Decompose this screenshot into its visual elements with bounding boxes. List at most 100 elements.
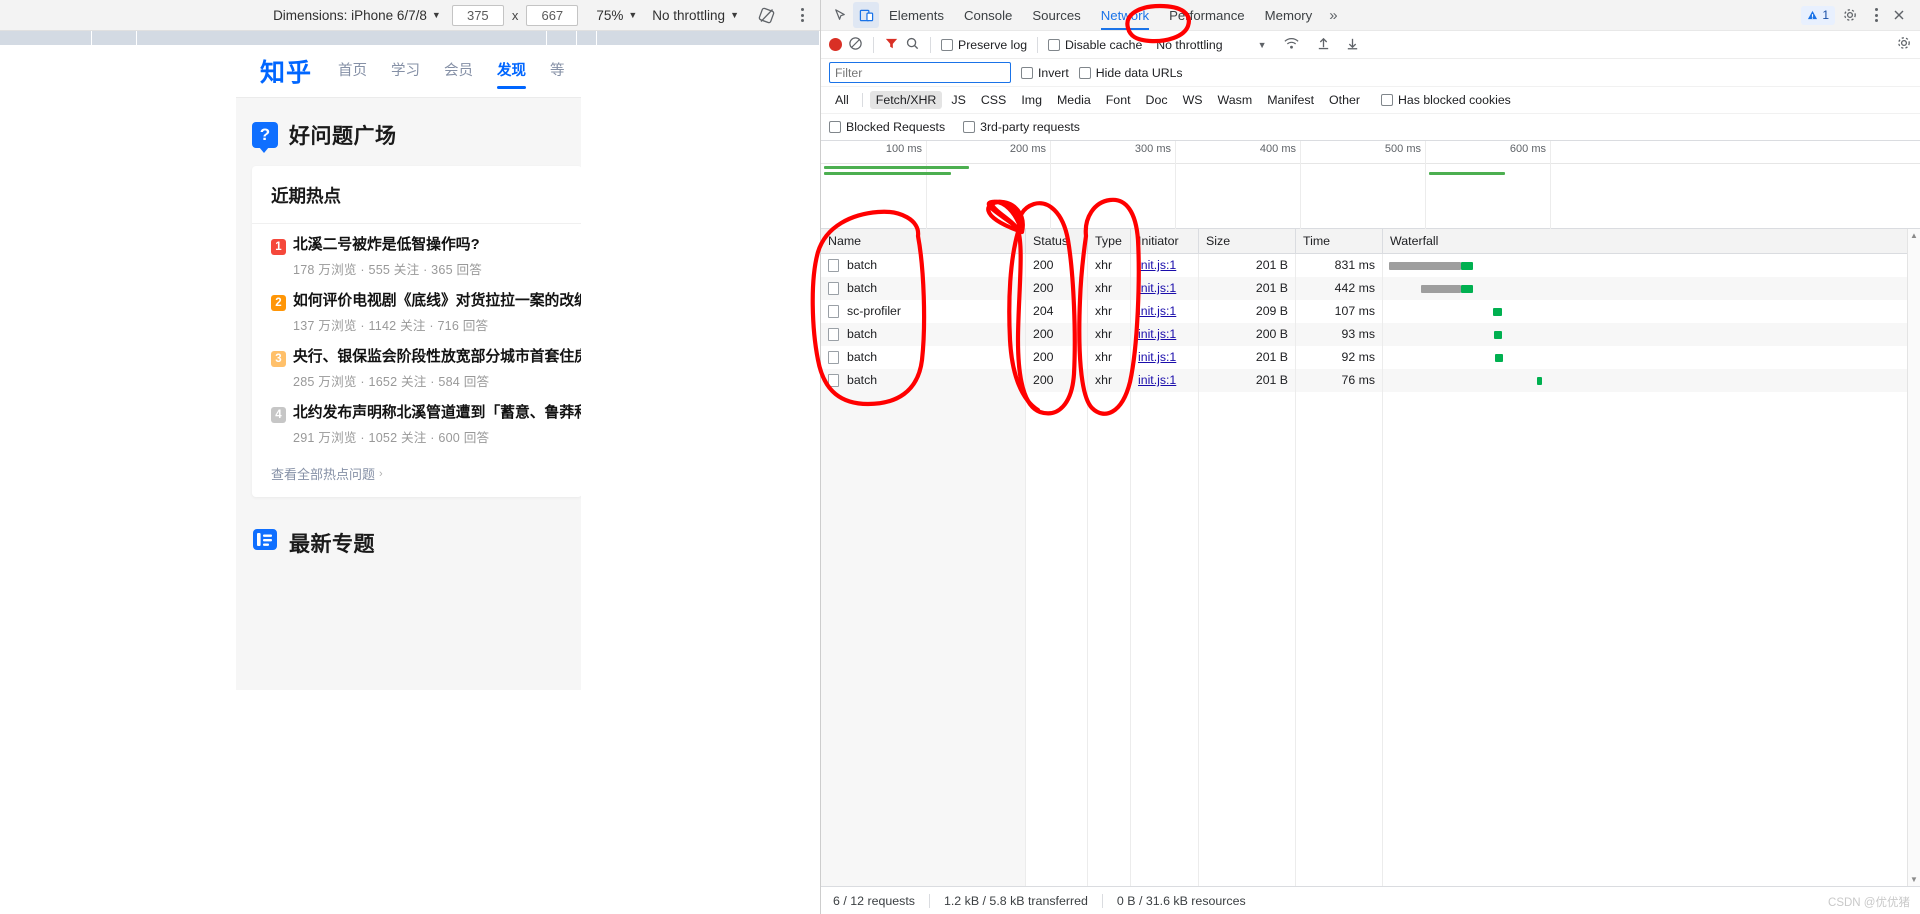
- request-initiator-link[interactable]: init.js:1: [1138, 304, 1176, 318]
- filter-input[interactable]: [829, 62, 1011, 83]
- device-throttling-dropdown[interactable]: No throttling ▼: [652, 8, 739, 23]
- viewport-height-input[interactable]: [526, 4, 579, 26]
- type-filter-wasm[interactable]: Wasm: [1212, 91, 1259, 109]
- column-header-type[interactable]: Type: [1088, 229, 1131, 254]
- zhihu-logo[interactable]: 知乎: [260, 53, 312, 89]
- table-row[interactable]: batch 200 xhr init.js:1 200 B 93 ms: [821, 323, 1920, 346]
- warning-count-chip[interactable]: 1: [1801, 5, 1835, 25]
- type-filter-ws[interactable]: WS: [1177, 91, 1209, 109]
- nav-item-home[interactable]: 首页: [338, 59, 367, 93]
- network-settings-gear-icon[interactable]: [1896, 35, 1912, 54]
- gear-icon[interactable]: [1837, 2, 1863, 28]
- table-row[interactable]: batch 200 xhr init.js:1 201 B 76 ms: [821, 369, 1920, 392]
- type-filter-css[interactable]: CSS: [975, 91, 1012, 109]
- column-header-initiator[interactable]: Initiator: [1131, 229, 1199, 254]
- type-filter-js[interactable]: JS: [945, 91, 971, 109]
- inspect-element-icon[interactable]: [827, 2, 853, 28]
- type-filter-media[interactable]: Media: [1051, 91, 1097, 109]
- clear-icon[interactable]: [848, 36, 863, 54]
- tab-elements[interactable]: Elements: [879, 0, 954, 31]
- type-filter-fetch-xhr[interactable]: Fetch/XHR: [869, 91, 943, 109]
- hot-topic-title[interactable]: 北溪二号被炸是低智操作吗?: [293, 236, 480, 255]
- nav-item-discover[interactable]: 发现: [497, 59, 527, 93]
- has-blocked-cookies-checkbox[interactable]: Has blocked cookies: [1381, 93, 1511, 107]
- hot-topic-title[interactable]: 央行、银保监会阶段性放宽部分城市首套住房贷: [293, 348, 581, 367]
- viewport-width-input[interactable]: [451, 4, 504, 26]
- blocked-requests-label: Blocked Requests: [846, 120, 946, 134]
- device-toolbar-icon[interactable]: [853, 2, 879, 28]
- status-transferred: 1.2 kB / 5.8 kB transferred: [943, 893, 1088, 908]
- type-filter-font[interactable]: Font: [1100, 91, 1137, 109]
- third-party-requests-label: 3rd-party requests: [980, 120, 1080, 134]
- tab-console[interactable]: Console: [954, 0, 1022, 31]
- list-item[interactable]: 3 央行、银保监会阶段性放宽部分城市首套住房贷 285 万浏览 · 1652 关…: [252, 336, 581, 392]
- type-filter-other[interactable]: Other: [1323, 91, 1366, 109]
- type-filter-doc[interactable]: Doc: [1140, 91, 1174, 109]
- warning-icon: [1808, 10, 1818, 19]
- nav-item-more[interactable]: 等: [550, 59, 565, 93]
- devtools-menu-icon[interactable]: [1869, 8, 1884, 22]
- view-all-hot-questions-link[interactable]: 查看全部热点问题 ›: [252, 448, 581, 483]
- zoom-dropdown[interactable]: 75% ▼: [596, 8, 637, 23]
- blocked-requests-checkbox[interactable]: Blocked Requests: [829, 120, 945, 134]
- section-title: 好问题广场: [289, 125, 397, 148]
- disable-cache-checkbox[interactable]: Disable cache: [1048, 38, 1142, 52]
- record-icon[interactable]: [829, 38, 842, 51]
- search-icon[interactable]: [905, 36, 920, 54]
- tab-performance[interactable]: Performance: [1159, 0, 1255, 31]
- rotate-icon[interactable]: [758, 7, 775, 24]
- emulated-viewport[interactable]: 知乎 首页 学习 会员 发现 等 ? 好问题广场 近期热点 1 北溪二号被炸是低…: [236, 45, 581, 690]
- network-requests-table[interactable]: Name Status Type Initiator Size Time Wat…: [821, 229, 1920, 886]
- table-empty-area: [821, 392, 1920, 886]
- invert-checkbox[interactable]: Invert: [1021, 66, 1069, 80]
- column-header-time[interactable]: Time: [1296, 229, 1383, 254]
- preserve-log-checkbox[interactable]: Preserve log: [941, 38, 1027, 52]
- chevron-double-right-icon[interactable]: »: [1322, 7, 1344, 24]
- column-header-size[interactable]: Size: [1199, 229, 1296, 254]
- table-row[interactable]: batch 200 xhr init.js:1 201 B 831 ms: [821, 254, 1920, 277]
- network-conditions-icon[interactable]: [1283, 36, 1300, 54]
- device-emulation-toolbar: Dimensions: iPhone 6/7/8 ▼ x 75% ▼ No th…: [0, 0, 820, 31]
- list-item[interactable]: 2 如何评价电视剧《底线》对货拉拉一案的改编? 137 万浏览 · 1142 关…: [252, 280, 581, 336]
- hot-topic-title[interactable]: 如何评价电视剧《底线》对货拉拉一案的改编?: [293, 292, 581, 311]
- tab-memory[interactable]: Memory: [1255, 0, 1323, 31]
- request-size: 201 B: [1199, 369, 1296, 392]
- device-dimensions-dropdown[interactable]: Dimensions: iPhone 6/7/8 ▼: [273, 8, 441, 23]
- third-party-requests-checkbox[interactable]: 3rd-party requests: [963, 120, 1080, 134]
- request-initiator-link[interactable]: init.js:1: [1138, 327, 1176, 341]
- request-initiator-link[interactable]: init.js:1: [1138, 373, 1176, 387]
- type-filter-all[interactable]: All: [829, 91, 855, 109]
- hide-data-urls-checkbox[interactable]: Hide data URLs: [1078, 66, 1183, 80]
- table-row[interactable]: batch 200 xhr init.js:1 201 B 442 ms: [821, 277, 1920, 300]
- scroll-up-icon[interactable]: ▲: [1908, 229, 1920, 242]
- import-har-icon[interactable]: [1316, 36, 1331, 54]
- type-filter-manifest[interactable]: Manifest: [1261, 91, 1320, 109]
- request-initiator-link[interactable]: init.js:1: [1138, 350, 1176, 364]
- table-vertical-scrollbar[interactable]: ▲ ▼: [1907, 229, 1920, 886]
- export-har-icon[interactable]: [1345, 36, 1360, 54]
- request-status: 204: [1026, 300, 1088, 323]
- device-toolbar-menu-icon[interactable]: [795, 8, 810, 22]
- network-overview-timeline[interactable]: 100 ms 200 ms 300 ms 400 ms 500 ms 600 m…: [821, 141, 1920, 229]
- request-initiator-link[interactable]: init.js:1: [1138, 281, 1176, 295]
- close-icon[interactable]: [1886, 2, 1912, 28]
- list-item[interactable]: 1 北溪二号被炸是低智操作吗? 178 万浏览 · 555 关注 · 365 回…: [252, 224, 581, 280]
- filter-icon[interactable]: [884, 36, 899, 54]
- scroll-down-icon[interactable]: ▼: [1908, 873, 1920, 886]
- nav-item-member[interactable]: 会员: [444, 59, 473, 93]
- column-header-waterfall[interactable]: Waterfall: [1383, 229, 1920, 254]
- hot-topic-title[interactable]: 北约发布声明称北溪管道遭到「蓄意、鲁莽和不: [293, 404, 581, 423]
- nav-item-learn[interactable]: 学习: [391, 59, 420, 93]
- tab-sources[interactable]: Sources: [1022, 0, 1090, 31]
- table-row[interactable]: batch 200 xhr init.js:1 201 B 92 ms: [821, 346, 1920, 369]
- column-header-name[interactable]: Name: [821, 229, 1026, 254]
- request-initiator-link[interactable]: init.js:1: [1138, 258, 1176, 272]
- request-type: xhr: [1088, 277, 1131, 300]
- column-header-status[interactable]: Status: [1026, 229, 1088, 254]
- type-filter-img[interactable]: Img: [1015, 91, 1048, 109]
- overview-activity-bar: [824, 166, 969, 169]
- tab-network[interactable]: Network: [1091, 0, 1159, 31]
- network-throttling-dropdown[interactable]: No throttling ▼: [1156, 38, 1266, 52]
- list-item[interactable]: 4 北约发布声明称北溪管道遭到「蓄意、鲁莽和不 291 万浏览 · 1052 关…: [252, 392, 581, 448]
- table-row[interactable]: sc-profiler 204 xhr init.js:1 209 B 107 …: [821, 300, 1920, 323]
